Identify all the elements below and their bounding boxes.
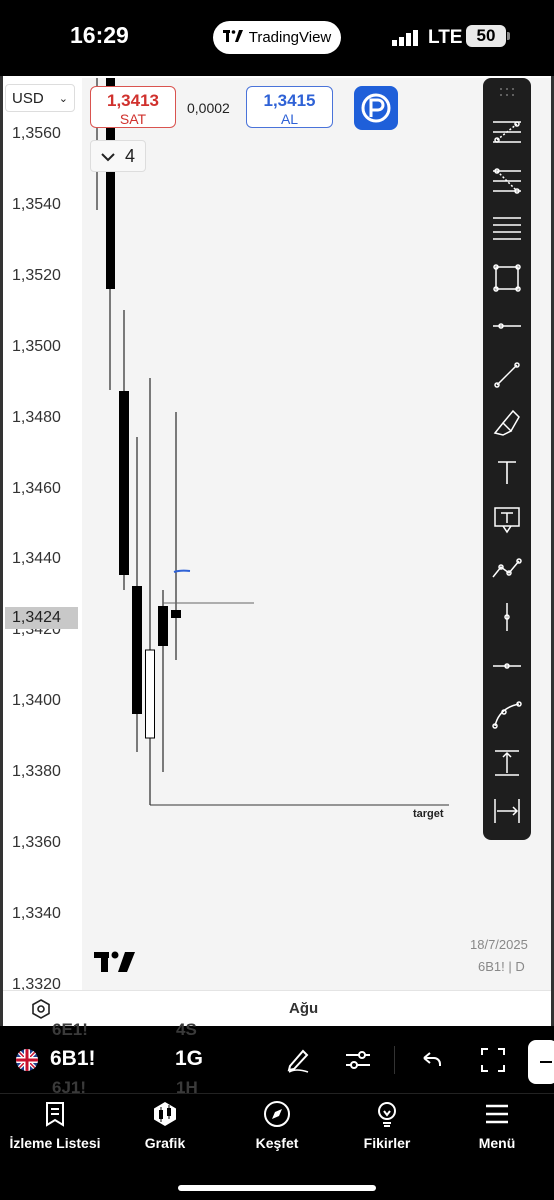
collapse-indicators-button[interactable]: 4 <box>90 140 146 172</box>
candle-7-body <box>171 610 181 618</box>
sell-label: SAT <box>119 111 147 127</box>
pattern-icon[interactable] <box>489 551 525 587</box>
currency-select[interactable]: USD ⌄ <box>5 84 75 112</box>
curve-icon[interactable] <box>489 696 525 732</box>
spread-value: 0,0002 <box>187 100 230 116</box>
timeframe-selector[interactable]: 1G <box>175 1047 203 1071</box>
fullscreen-icon[interactable] <box>479 1046 507 1074</box>
parallel-lines-icon[interactable] <box>489 211 525 247</box>
rectangle-icon[interactable] <box>489 260 525 296</box>
compass-icon <box>263 1100 291 1128</box>
toolbar-drag-handle[interactable] <box>499 84 515 96</box>
tab-label: Menü <box>478 1135 516 1151</box>
candle-4-body <box>132 586 142 714</box>
indicators-sliders-icon[interactable] <box>344 1046 372 1074</box>
horizontal-ray-icon[interactable] <box>489 648 525 684</box>
tab-watchlist[interactable]: İzleme Listesi <box>0 1100 110 1151</box>
drawing-toolbar <box>483 78 531 840</box>
buy-label: AL <box>280 111 299 127</box>
tab-menu[interactable]: Menü <box>442 1100 552 1151</box>
tab-ideas[interactable]: Fikirler <box>332 1100 442 1151</box>
chart-symbol-interval: 6B1! | D <box>478 959 525 974</box>
candle-3-body <box>119 391 129 575</box>
ghost-tf-bottom: 1H <box>176 1078 198 1097</box>
sell-price: 1,3413 <box>107 91 159 110</box>
broker-logo-icon[interactable] <box>354 86 398 130</box>
price-range-icon[interactable] <box>489 745 525 781</box>
tabbar-divider <box>0 1093 554 1094</box>
symbol-selector[interactable]: 6B1! <box>50 1047 96 1071</box>
ghost-symbol-bottom: 6J1! <box>52 1078 87 1097</box>
uk-flag-icon <box>16 1049 38 1071</box>
vertical-line-icon[interactable] <box>489 599 525 635</box>
buy-price: 1,3415 <box>263 91 316 110</box>
sell-button[interactable]: 1,3413 SAT <box>90 86 176 128</box>
tab-label: Grafik <box>144 1135 186 1151</box>
lightbulb-icon <box>373 1100 401 1128</box>
tab-explore[interactable]: Keşfet <box>222 1100 332 1151</box>
watchlist-icon <box>41 1100 69 1128</box>
tab-label: İzleme Listesi <box>9 1135 101 1151</box>
date-range-icon[interactable] <box>489 793 525 829</box>
text-note-icon[interactable] <box>489 502 525 538</box>
tradingview-watermark-icon <box>94 949 136 975</box>
home-indicator <box>178 1185 376 1191</box>
buy-button[interactable]: 1,3415 AL <box>246 86 333 128</box>
minus-icon <box>540 1061 552 1063</box>
trend-line-icon[interactable] <box>489 357 525 393</box>
text-icon[interactable] <box>489 454 525 490</box>
ghost-symbol-top: 6E1! <box>52 1020 88 1039</box>
tab-label: Keşfet <box>255 1135 299 1151</box>
side-panel-button[interactable] <box>528 1040 554 1084</box>
horizontal-line-icon[interactable] <box>489 308 525 344</box>
menu-icon <box>483 1100 511 1128</box>
tab-chart[interactable]: Grafik <box>110 1100 220 1151</box>
pitchfork-icon[interactable] <box>489 114 525 150</box>
drawing-pen-icon[interactable] <box>284 1046 312 1074</box>
candle-6-body <box>158 606 168 646</box>
fib-retracement-icon[interactable] <box>489 163 525 199</box>
brush-icon[interactable] <box>489 405 525 441</box>
chart-settings-icon[interactable] <box>30 998 52 1020</box>
undo-icon[interactable] <box>418 1046 446 1074</box>
tab-label: Fikirler <box>363 1135 411 1151</box>
chart-icon <box>151 1100 179 1128</box>
time-axis-label: Ağu <box>289 1000 319 1017</box>
chevron-down-icon: ⌄ <box>58 93 68 105</box>
candle-5-body <box>145 649 155 739</box>
symbol-bar-divider <box>394 1046 395 1074</box>
chart-date: 18/7/2025 <box>470 937 528 952</box>
indicator-count: 4 <box>124 145 135 166</box>
ghost-tf-top: 4S <box>176 1020 197 1039</box>
current-price-tag: 1,3424 <box>5 607 78 629</box>
target-label: target <box>413 808 444 820</box>
chevron-down-icon <box>101 146 115 167</box>
currency-label: USD <box>12 90 44 107</box>
blue-tick-mark <box>173 569 191 573</box>
chart-svg <box>96 78 449 806</box>
